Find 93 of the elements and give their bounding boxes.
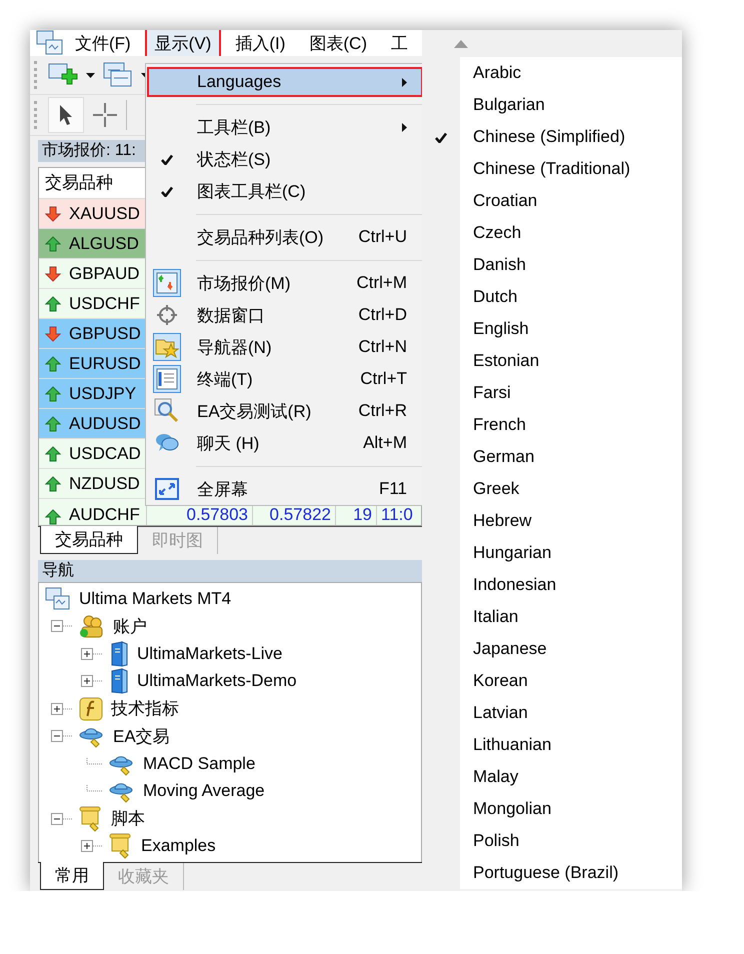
menu-item[interactable]: French [422, 409, 682, 441]
scroll-icon [109, 833, 133, 860]
menu-item[interactable]: Hebrew [422, 505, 682, 537]
symbol-cell[interactable]: USDJPY [39, 379, 147, 408]
shortcut-label: Alt+M [363, 433, 407, 453]
symbol-cell[interactable]: EURUSD [39, 349, 147, 378]
symbol-cell[interactable]: GBPAUD [39, 259, 147, 288]
terminal-icon [45, 586, 71, 611]
menu-item[interactable]: 聊天 (H) Alt+M [147, 427, 422, 459]
menu-item[interactable]: Danish [422, 249, 682, 281]
tree-item[interactable]: 技术指标 [109, 697, 181, 720]
quotes-icon [156, 272, 178, 294]
shortcut-label: Ctrl+T [360, 369, 407, 389]
menu-item[interactable]: Croatian [422, 185, 682, 217]
symbol-cell[interactable]: AUDCHF [39, 499, 147, 525]
expand-icon[interactable] [81, 648, 103, 660]
menu-item[interactable]: 数据窗口 Ctrl+D [147, 299, 422, 331]
chat-icon [155, 432, 179, 454]
panel-tab[interactable]: 交易品种 [40, 526, 138, 554]
cursor-icon [59, 104, 73, 126]
symbol-cell[interactable]: NZDUSD [39, 469, 147, 498]
shortcut-label: Ctrl+M [356, 273, 407, 293]
menu-item[interactable]: 导航器(N) Ctrl+N [147, 331, 422, 363]
crosshair-icon [156, 304, 178, 326]
menu-item[interactable]: Lithuanian [422, 729, 682, 761]
menu-item[interactable]: Japanese [422, 633, 682, 665]
menu-item[interactable]: Arabic [422, 57, 682, 89]
expand-icon[interactable] [81, 675, 103, 688]
menu-item[interactable]: Dutch [422, 281, 682, 313]
profiles-icon[interactable] [103, 61, 133, 89]
tree-item[interactable]: 脚本 [109, 807, 147, 830]
menu-item[interactable]: Estonian [422, 345, 682, 377]
menu-item[interactable]: Bulgarian [422, 89, 682, 121]
panel-tab[interactable]: 常用 [40, 862, 104, 890]
cursor-button[interactable] [48, 97, 84, 133]
shortcut-label: Ctrl+D [358, 305, 407, 325]
symbol-cell[interactable]: AUDUSD [39, 409, 147, 438]
crosshair-icon[interactable] [92, 102, 118, 128]
menu-item[interactable]: Portuguese (Brazil) [422, 857, 682, 889]
tree-item[interactable]: EA交易 [111, 724, 172, 748]
symbol-cell[interactable]: GBPUSD [39, 319, 147, 348]
menu-item[interactable]: German [422, 441, 682, 473]
menu-item[interactable]: EA交易测试(R) Ctrl+R [147, 395, 422, 427]
panel-title: 导航 [38, 560, 422, 582]
menu-item[interactable]: 市场报价(M) Ctrl+M [147, 267, 422, 299]
tree-item[interactable]: Moving Average [141, 781, 267, 802]
menu-item[interactable]: Mongolian [422, 793, 682, 825]
tree-item[interactable]: 账户 [111, 614, 149, 638]
symbol-cell[interactable]: USDCHF [39, 289, 147, 318]
server-icon [109, 640, 129, 667]
tree-item[interactable]: Examples [139, 836, 218, 856]
menu-item[interactable]: Chinese (Traditional) [422, 153, 682, 185]
menu-item[interactable]: Latvian [422, 697, 682, 729]
users-icon [79, 614, 105, 638]
server-icon [109, 668, 129, 694]
tree-item[interactable]: UltimaMarkets-Live [135, 644, 284, 664]
menu-item[interactable]: 图表工具栏(C) [147, 175, 422, 207]
symbol-cell[interactable]: ALGUSD [39, 229, 147, 258]
menu-item[interactable]: Korean [422, 665, 682, 697]
menu-item[interactable]: Chinese (Simplified) [422, 121, 682, 153]
menu-item[interactable]: 交易品种列表(O) Ctrl+U [147, 221, 422, 253]
menu-item[interactable]: Italian [422, 601, 682, 633]
menu-item[interactable]: Polish [422, 825, 682, 857]
menu-item[interactable]: 工具栏(B) [147, 111, 422, 143]
function-icon [79, 696, 103, 721]
menu-item[interactable]: English [422, 313, 682, 345]
collapse-icon[interactable] [51, 812, 73, 825]
shortcut-label: F11 [378, 479, 407, 499]
menu-item[interactable]: Hungarian [422, 537, 682, 569]
menu-item[interactable]: Indonesian [422, 569, 682, 601]
fullscreen-icon [155, 478, 179, 500]
list-icon [156, 368, 178, 390]
symbol-cell[interactable]: USDCAD [39, 439, 147, 468]
tree-item[interactable]: Ultima Markets MT4 [77, 588, 234, 609]
menu-item[interactable]: Czech [422, 217, 682, 249]
menu-item[interactable]: Farsi [422, 377, 682, 409]
shortcut-label: Ctrl+R [358, 401, 407, 421]
tree-item[interactable]: UltimaMarkets-Demo [135, 671, 299, 692]
menu-item[interactable]: Languages [147, 67, 422, 97]
shortcut-label: Ctrl+N [358, 337, 407, 357]
menu-item[interactable]: 显示(V) [144, 30, 222, 56]
caret-icon[interactable] [86, 72, 95, 78]
menu-item[interactable]: Malay [422, 761, 682, 793]
symbol-cell[interactable]: XAUUSD [39, 199, 147, 228]
tree-item[interactable]: MACD Sample [141, 754, 258, 774]
expand-icon[interactable] [81, 840, 103, 852]
collapse-icon[interactable] [51, 620, 73, 632]
menu-item[interactable]: Greek [422, 473, 682, 505]
shortcut-label: Ctrl+U [358, 227, 407, 247]
collapse-icon[interactable] [51, 730, 73, 742]
scroll-icon [79, 806, 103, 832]
expand-icon[interactable] [51, 702, 73, 715]
menu-item[interactable]: 终端(T) Ctrl+T [147, 363, 422, 395]
